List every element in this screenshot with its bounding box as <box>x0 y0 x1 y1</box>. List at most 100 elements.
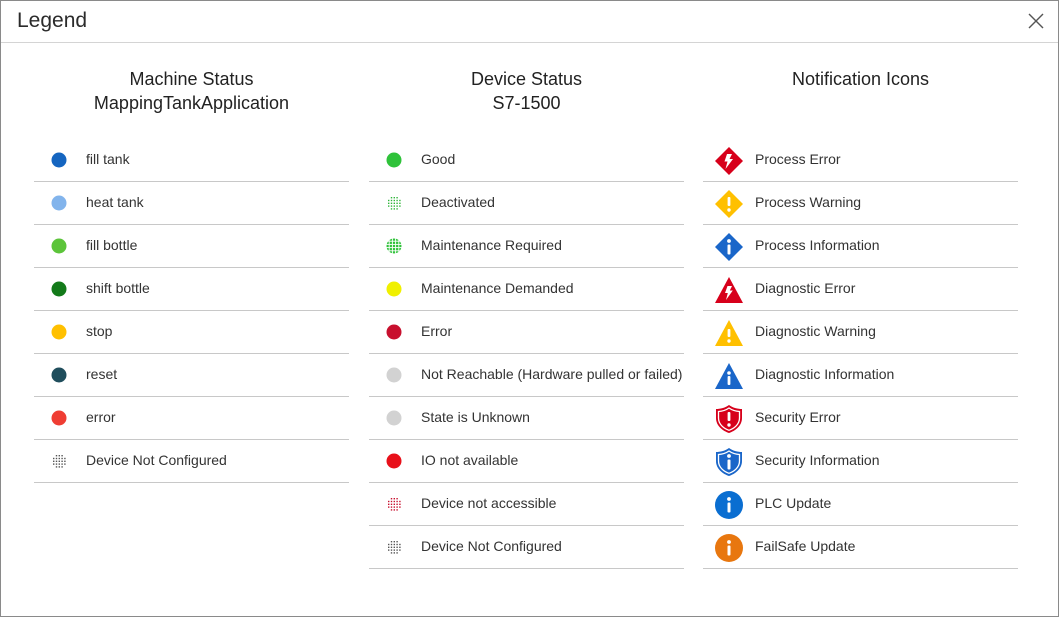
device-status-label: Error <box>421 323 453 339</box>
machine-status-row: heat tank <box>34 182 349 225</box>
device-status-row: Deactivated <box>369 182 684 225</box>
device-status-label: IO not available <box>421 452 519 468</box>
filled-dot-icon <box>386 453 402 469</box>
device-status-row: Maintenance Required <box>369 225 684 268</box>
filled-dot-icon <box>51 152 67 168</box>
filled-dot-icon <box>51 367 67 383</box>
notification-row: PLC Update <box>703 483 1018 526</box>
process-warning-icon <box>714 189 744 219</box>
machine-status-row: Device Not Configured <box>34 440 349 483</box>
device-status-row: Good <box>369 139 684 182</box>
device-status-column: Device Status S7-1500 Good Deactivated Mai… <box>369 43 684 569</box>
machine-status-heading: Machine Status MappingTankApplication <box>34 43 349 136</box>
machine-status-label: error <box>86 409 116 425</box>
machine-status-label: reset <box>86 366 118 382</box>
notification-row: Security Information <box>703 440 1018 483</box>
notification-row: Diagnostic Error <box>703 268 1018 311</box>
notification-row: FailSafe Update <box>703 526 1018 569</box>
filled-dot-icon <box>51 281 67 297</box>
machine-status-row: error <box>34 397 349 440</box>
notification-label: Diagnostic Information <box>755 366 895 382</box>
device-status-row: State is Unknown <box>369 397 684 440</box>
filled-dot-icon <box>386 281 402 297</box>
notification-icons-heading: Notification Icons <box>703 43 1018 136</box>
device-status-row: Not Reachable (Hardware pulled or failed… <box>369 354 684 397</box>
device-status-label: Deactivated <box>421 194 495 210</box>
plc-update-icon <box>714 490 744 520</box>
legend-dialog: Legend Machine Status MappingTankApplica… <box>0 0 1059 617</box>
security-error-icon <box>714 404 744 434</box>
notification-label: Security Error <box>755 409 841 425</box>
filled-dot-icon <box>51 238 67 254</box>
machine-status-label: heat tank <box>86 194 144 210</box>
close-icon[interactable] <box>1026 11 1046 31</box>
machine-status-subtitle: MappingTankApplication <box>93 93 290 113</box>
notification-row: Process Information <box>703 225 1018 268</box>
dialog-titlebar: Legend <box>1 1 1058 43</box>
device-status-row: Device not accessible <box>369 483 684 526</box>
filled-dot-icon <box>51 195 67 211</box>
filled-dot-icon <box>386 152 402 168</box>
machine-status-row: shift bottle <box>34 268 349 311</box>
device-status-list: Good Deactivated Maintenance Required Maint… <box>369 139 684 569</box>
filled-dot-icon <box>386 324 402 340</box>
failsafe-update-icon <box>714 533 744 563</box>
device-status-title: Device Status <box>470 69 583 89</box>
device-status-label: Maintenance Demanded <box>421 280 574 296</box>
device-status-heading: Device Status S7-1500 <box>369 43 684 136</box>
machine-status-label: shift bottle <box>86 280 150 296</box>
notification-row: Process Warning <box>703 182 1018 225</box>
machine-status-row: reset <box>34 354 349 397</box>
device-status-label: Maintenance Required <box>421 237 562 253</box>
machine-status-row: fill bottle <box>34 225 349 268</box>
device-status-label: State is Unknown <box>421 409 530 425</box>
notification-label: FailSafe Update <box>755 538 856 554</box>
notification-label: PLC Update <box>755 495 832 511</box>
notification-label: Process Warning <box>755 194 862 210</box>
filled-dot-icon <box>386 410 402 426</box>
notification-icons-title: Notification Icons <box>791 69 930 89</box>
process-error-icon <box>714 146 744 176</box>
machine-status-label: Device Not Configured <box>86 452 227 468</box>
device-status-row: Device Not Configured <box>369 526 684 569</box>
device-status-label: Device Not Configured <box>421 538 562 554</box>
device-status-row: Error <box>369 311 684 354</box>
device-status-subtitle: S7-1500 <box>492 93 561 113</box>
machine-status-column: Machine Status MappingTankApplication fi… <box>34 43 349 483</box>
notification-label: Process Error <box>755 151 841 167</box>
process-information-icon <box>714 232 744 262</box>
device-status-label: Good <box>421 151 456 167</box>
dotted-grid-icon <box>386 496 402 512</box>
machine-status-label: stop <box>86 323 113 339</box>
notification-row: Diagnostic Warning <box>703 311 1018 354</box>
machine-status-row: stop <box>34 311 349 354</box>
notification-label: Security Information <box>755 452 880 468</box>
machine-status-list: fill tank heat tank fill bottle shift bottl… <box>34 139 349 483</box>
notification-label: Diagnostic Warning <box>755 323 876 339</box>
notification-row: Process Error <box>703 139 1018 182</box>
diagnostic-information-icon <box>714 361 744 391</box>
dotted-grid-icon <box>51 453 67 469</box>
filled-dot-icon <box>51 324 67 340</box>
machine-status-title: Machine Status <box>129 69 254 89</box>
device-status-label: Not Reachable (Hardware pulled or failed… <box>421 366 683 382</box>
machine-status-row: fill tank <box>34 139 349 182</box>
notification-label: Process Information <box>755 237 880 253</box>
machine-status-label: fill bottle <box>86 237 138 253</box>
notification-icons-list: Process Error Process Warning Process Info… <box>703 139 1018 569</box>
grid-dot-icon <box>386 238 402 254</box>
device-status-row: Maintenance Demanded <box>369 268 684 311</box>
filled-dot-icon <box>386 367 402 383</box>
diagnostic-warning-icon <box>714 318 744 348</box>
dotted-grid-icon <box>386 195 402 211</box>
dotted-grid-icon <box>386 539 402 555</box>
notification-row: Security Error <box>703 397 1018 440</box>
machine-status-label: fill tank <box>86 151 130 167</box>
device-status-label: Device not accessible <box>421 495 557 511</box>
filled-dot-icon <box>51 410 67 426</box>
notification-icons-column: Notification Icons Process Error Process … <box>703 43 1018 569</box>
diagnostic-error-icon <box>714 275 744 305</box>
device-status-row: IO not available <box>369 440 684 483</box>
security-information-icon <box>714 447 744 477</box>
dialog-title: Legend <box>17 9 88 32</box>
